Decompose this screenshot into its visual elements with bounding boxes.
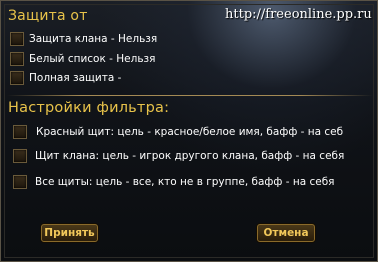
checkbox[interactable] — [10, 52, 24, 66]
accept-button[interactable]: Принять — [41, 224, 98, 242]
filter-option-red-shield[interactable]: Красный щит: цель - красное/белое имя, б… — [13, 123, 343, 141]
checkbox[interactable] — [10, 32, 24, 46]
checkbox[interactable] — [13, 125, 27, 139]
option-label: Защита клана - Нельзя — [29, 33, 158, 45]
protection-option-full[interactable]: Полная защита - — [10, 69, 121, 87]
cancel-button[interactable]: Отмена — [257, 224, 315, 242]
option-label: Все щиты: цель - все, кто не в группе, б… — [35, 176, 335, 188]
protection-option-whitelist[interactable]: Белый список - Нельзя — [10, 50, 155, 68]
protection-option-clan[interactable]: Защита клана - Нельзя — [10, 30, 157, 48]
option-label: Красный щит: цель - красное/белое имя, б… — [36, 126, 344, 138]
protection-section-title: Защита от — [8, 8, 88, 24]
option-label: Щит клана: цель - игрок другого клана, б… — [35, 150, 345, 162]
filter-option-all-shields[interactable]: Все щиты: цель - все, кто не в группе, б… — [13, 173, 335, 191]
site-watermark: http://freeonline.pp.ru — [225, 7, 372, 22]
filter-section-title: Настройки фильтра: — [8, 100, 170, 116]
option-label: Белый список - Нельзя — [29, 53, 156, 65]
checkbox[interactable] — [10, 71, 24, 85]
checkbox[interactable] — [13, 175, 27, 189]
checkbox[interactable] — [13, 149, 27, 163]
dialog-panel: Защита от http://freeonline.pp.ru Защита… — [0, 0, 378, 262]
option-label: Полная защита - — [29, 72, 122, 84]
filter-option-clan-shield[interactable]: Щит клана: цель - игрок другого клана, б… — [13, 147, 344, 165]
section-divider — [7, 95, 373, 96]
